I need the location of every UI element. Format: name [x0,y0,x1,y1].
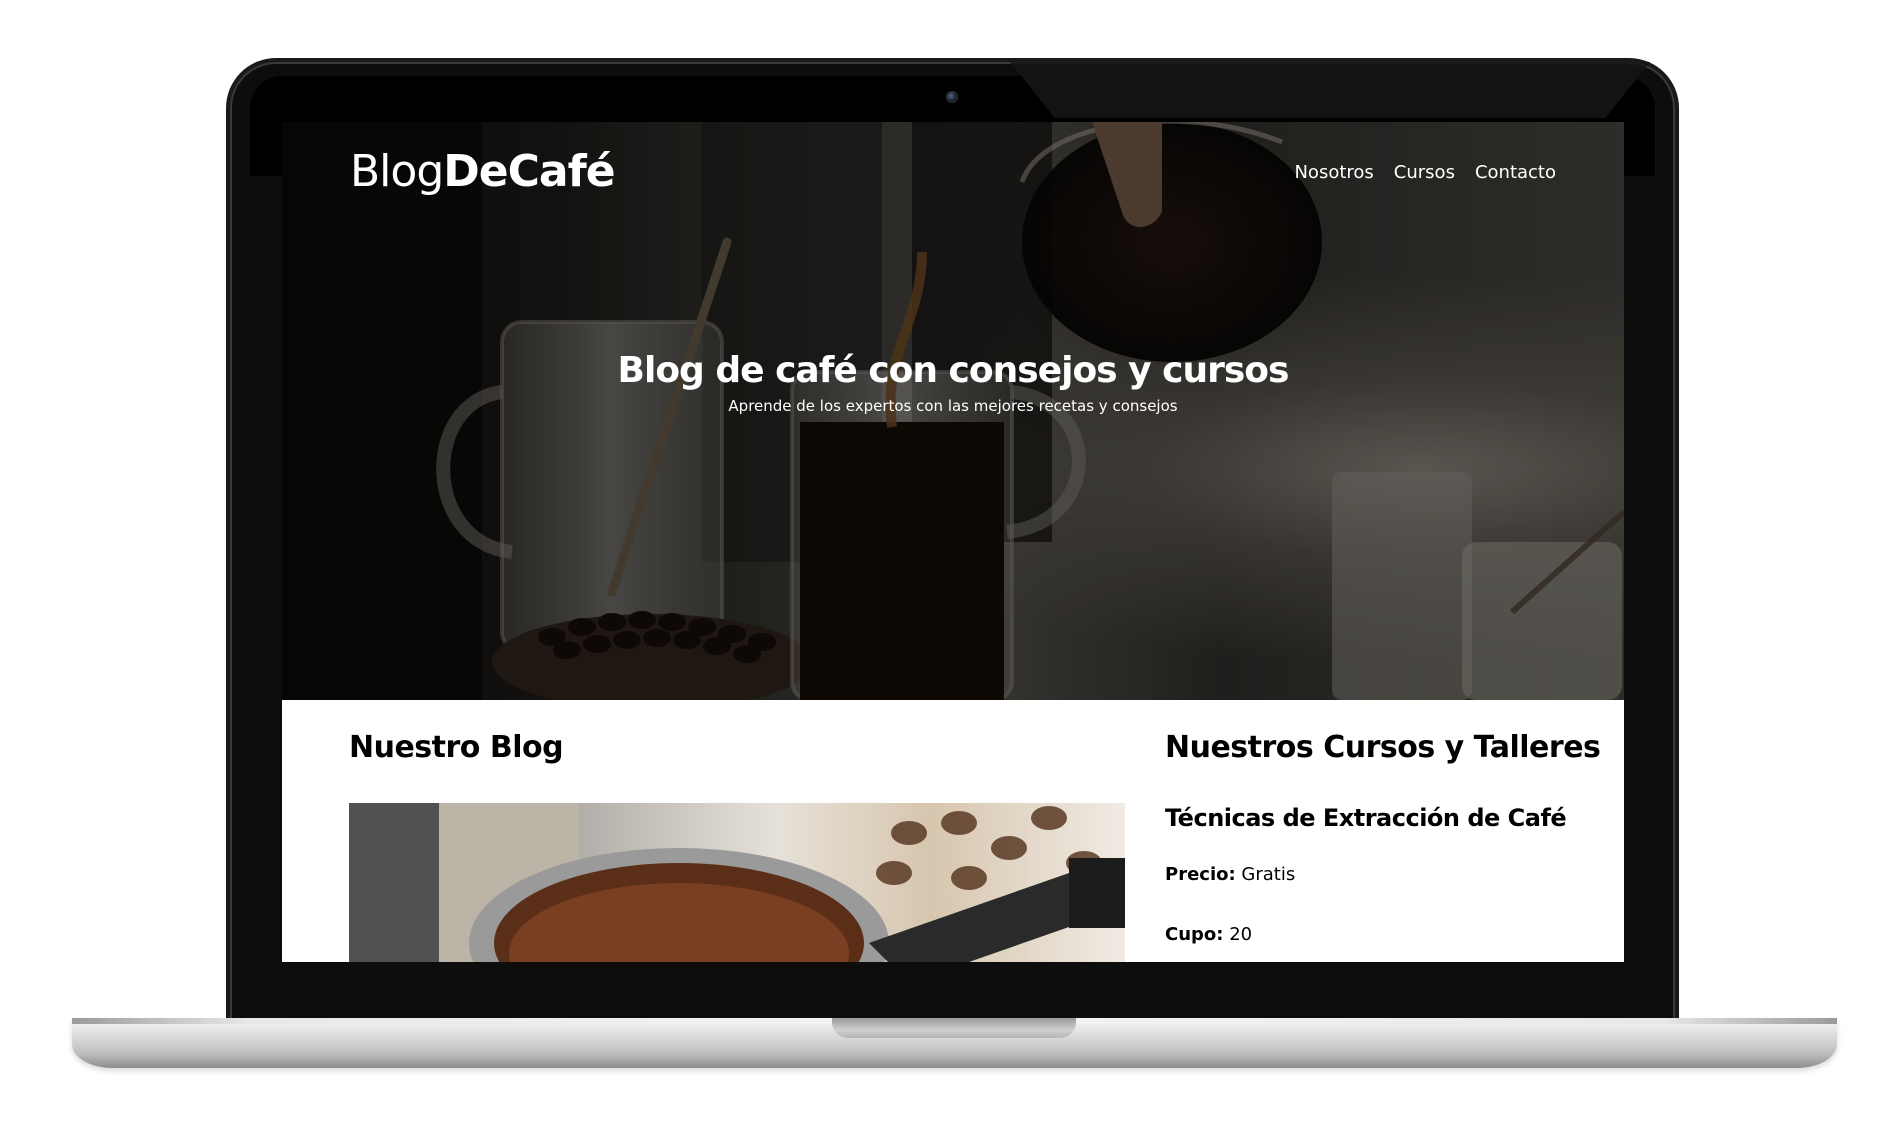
top-navigation: BlogDeCafé Nosotros Cursos Contacto [350,142,1556,206]
logo-text-bold: DeCafé [443,146,615,197]
camera-notch [1010,62,1650,118]
main-content: Nuestro Blog Nuestros Cursos y Talleres … [282,700,1624,962]
webcam-icon [946,91,958,103]
course-price: Precio: Gratis [1165,864,1295,885]
blog-post-image[interactable] [349,803,1125,962]
course-seats-label: Cupo: [1165,924,1224,945]
course-seats: Cupo: 20 [1165,924,1252,945]
blog-section-title: Nuestro Blog [349,730,564,765]
laptop-screen: BlogDeCafé Nosotros Cursos Contacto Blog… [282,122,1624,962]
course-seats-value: 20 [1229,924,1253,945]
nav-link-contacto[interactable]: Contacto [1475,162,1556,183]
courses-section-title: Nuestros Cursos y Talleres [1165,730,1601,765]
hero-title: Blog de café con consejos y cursos [617,350,1290,391]
hero-section: BlogDeCafé Nosotros Cursos Contacto Blog… [282,122,1624,700]
nav-links: Nosotros Cursos Contacto [1294,162,1556,183]
course-title[interactable]: Técnicas de Extracción de Café [1165,804,1567,832]
hero-subtitle: Aprende de los expertos con las mejores … [728,397,1178,415]
coffee-grounds-illustration [349,803,1125,962]
nav-link-nosotros[interactable]: Nosotros [1294,162,1373,183]
laptop-opening-notch [832,1018,1076,1038]
course-price-value: Gratis [1241,864,1296,885]
nav-link-cursos[interactable]: Cursos [1394,162,1455,183]
hero-text: Blog de café con consejos y cursos Apren… [282,350,1624,415]
logo-text-light: Blog [350,146,444,197]
course-price-label: Precio: [1165,864,1236,885]
site-logo[interactable]: BlogDeCafé [350,146,616,197]
